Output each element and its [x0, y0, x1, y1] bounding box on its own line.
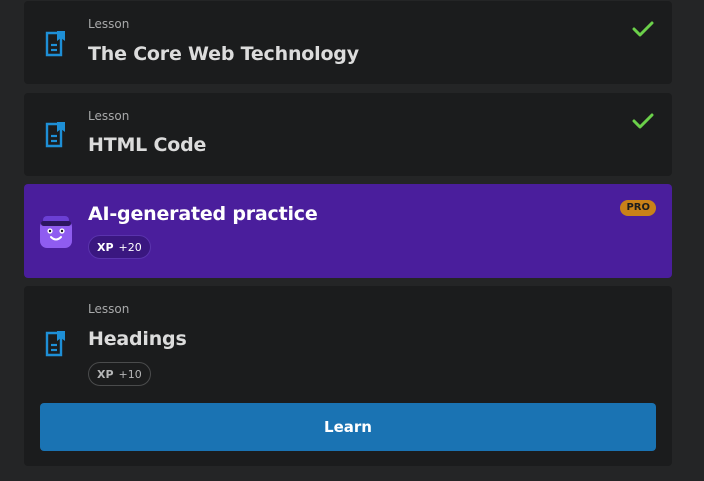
lesson-title: HTML Code [88, 134, 207, 156]
xp-value: +20 [118, 240, 142, 254]
lesson-card-core-web[interactable]: Lesson The Core Web Technology [24, 1, 672, 84]
lesson-document-icon [45, 31, 65, 57]
completed-check-icon [632, 21, 654, 37]
lesson-title: Headings [88, 328, 187, 350]
ai-practice-title: AI-generated practice [88, 203, 318, 225]
ai-bot-avatar-icon [40, 216, 72, 248]
ai-practice-card[interactable]: AI-generated practice XP +20 PRO [24, 184, 672, 278]
completed-check-icon [632, 113, 654, 129]
lesson-title: The Core Web Technology [88, 43, 359, 65]
xp-value: +10 [118, 367, 142, 381]
learn-button[interactable]: Learn [40, 403, 656, 451]
lesson-kicker: Lesson [88, 302, 130, 316]
lesson-card-headings[interactable]: Lesson Headings XP +10 Learn [24, 286, 672, 466]
xp-label: XP [97, 367, 114, 381]
lesson-kicker: Lesson [88, 109, 130, 123]
xp-reward-badge: XP +10 [88, 362, 151, 386]
lesson-document-icon [45, 122, 65, 148]
lesson-card-html-code[interactable]: Lesson HTML Code [24, 93, 672, 176]
xp-label: XP [97, 240, 114, 254]
lesson-document-icon [45, 331, 65, 357]
pro-badge: PRO [620, 200, 656, 216]
xp-reward-badge: XP +20 [88, 235, 151, 259]
lesson-kicker: Lesson [88, 17, 130, 31]
